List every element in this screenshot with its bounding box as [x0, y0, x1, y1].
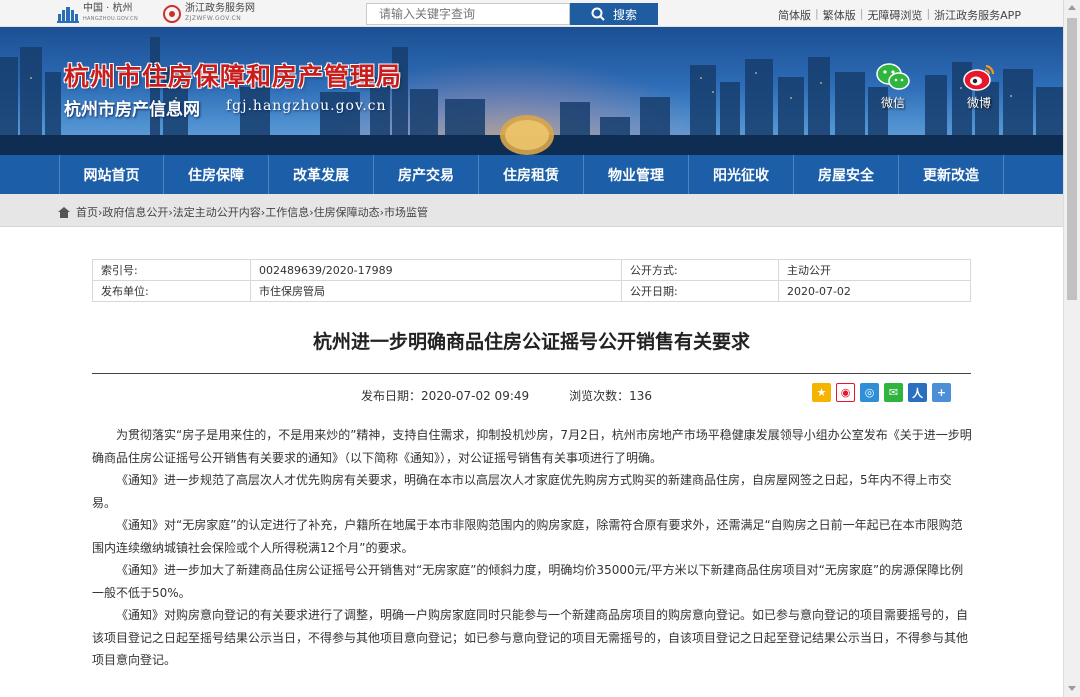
header-banner: 杭州市住房保障和房产管理局 杭州市房产信息网 fgj.hangzhou.gov.… — [0, 27, 1063, 155]
zjzwfw-emblem-icon — [163, 5, 181, 23]
index-label: 索引号: — [92, 259, 251, 281]
nav-rental[interactable]: 住房租赁 — [479, 155, 584, 194]
publish-time: 发布日期：2020-07-02 09:49 — [361, 389, 530, 403]
publisher-value: 市住保房管局 — [250, 280, 622, 302]
link-accessibility[interactable]: 无障碍浏览 — [863, 7, 926, 23]
view-count: 浏览次数：136 — [569, 389, 653, 403]
site-title[interactable]: 杭州市住房保障和房产管理局 — [64, 57, 402, 93]
link-traditional[interactable]: 繁体版 — [819, 7, 860, 23]
search-label: 搜索 — [612, 7, 637, 22]
publish-info: 发布日期：2020-07-02 09:49 浏览次数：136 — [361, 387, 652, 404]
date-value: 2020-07-02 — [778, 280, 971, 302]
top-bar: 中国 · 杭州 HANGZHOU.GOV.CN 浙江政务服务网 ZJZWFW.GOV… — [0, 0, 1063, 27]
hangzhou-emblem-icon — [57, 7, 79, 23]
zjzwfw-logo[interactable]: 浙江政务服务网 ZJZWFW.GOV.CN — [163, 4, 255, 24]
nav-renewal[interactable]: 更新改造 — [899, 155, 1004, 194]
site-subtitle: 杭州市房产信息网 — [64, 100, 200, 120]
home-icon — [58, 206, 70, 218]
scroll-thumb[interactable] — [1067, 18, 1077, 300]
disclosure-value: 主动公开 — [778, 259, 971, 281]
logo2-sub: ZJZWFW.GOV.CN — [185, 15, 242, 22]
link-simplified[interactable]: 简体版 — [774, 7, 815, 23]
article-title: 杭州进一步明确商品住房公证摇号公开销售有关要求 — [312, 331, 750, 353]
share-bar: ★ ◉ ◎ ✉ 人 + — [812, 383, 951, 402]
hangzhou-gov-logo[interactable]: 中国 · 杭州 HANGZHOU.GOV.CN — [57, 4, 138, 24]
wechat-icon — [876, 63, 910, 90]
wechat-link[interactable]: 微信 — [876, 62, 910, 111]
weibo-icon — [963, 64, 995, 91]
nav-housing-security[interactable]: 住房保障 — [164, 155, 269, 194]
scroll-up-arrow-icon[interactable] — [1068, 5, 1076, 10]
tencent-weibo-icon[interactable]: ◎ — [860, 383, 879, 402]
nav-home[interactable]: 网站首页 — [59, 155, 164, 194]
weibo-label: 微博 — [966, 96, 991, 110]
vertical-scrollbar[interactable] — [1063, 0, 1080, 697]
nav-property-trade[interactable]: 房产交易 — [374, 155, 479, 194]
date-label: 公开日期: — [621, 280, 779, 302]
search-input[interactable] — [366, 3, 570, 25]
breadcrumb-path[interactable]: 首页›政府信息公开›法定主动公开内容›工作信息›住房保障动态›市场监管 — [76, 204, 428, 220]
wechat-share-icon[interactable]: ✉ — [884, 383, 903, 402]
qzone-icon[interactable]: ★ — [812, 383, 831, 402]
nav-property-management[interactable]: 物业管理 — [584, 155, 689, 194]
paragraph: 《通知》对“无房家庭”的认定进行了补充，户籍所在地属于本市非限购范围内的购房家庭… — [92, 518, 963, 555]
metadata-table: 索引号: 002489639/2020-17989 公开方式: 主动公开 发布单… — [92, 259, 971, 302]
search-button[interactable]: 搜索 — [570, 3, 658, 25]
main-nav: 网站首页 住房保障 改革发展 房产交易 住房租赁 物业管理 阳光征收 房屋安全 … — [0, 155, 1063, 194]
paragraph: 为贯彻落实“房子是用来住的，不是用来炒的”精神，支持自住需求，抑制投机炒房，7月… — [92, 428, 972, 465]
paragraph: 《通知》进一步加大了新建商品住房公证摇号公开销售对“无房家庭”的倾斜力度，明确均… — [92, 563, 964, 600]
publisher-label: 发布单位: — [92, 280, 251, 302]
logo1-text: 中国 · 杭州 — [83, 3, 133, 14]
top-links: 简体版 | 繁体版 | 无障碍浏览 | 浙江政务服务APP — [774, 7, 1025, 23]
site-domain: fgj.hangzhou.gov.cn — [226, 98, 387, 114]
nav-building-safety[interactable]: 房屋安全 — [794, 155, 899, 194]
wechat-label: 微信 — [880, 96, 905, 110]
nav-reform[interactable]: 改革发展 — [269, 155, 374, 194]
weibo-share-icon[interactable]: ◉ — [836, 383, 855, 402]
weibo-link[interactable]: 微博 — [962, 62, 996, 111]
link-zhejiang-app[interactable]: 浙江政务服务APP — [930, 7, 1025, 23]
logo1-sub: HANGZHOU.GOV.CN — [83, 16, 138, 22]
disclosure-label: 公开方式: — [621, 259, 779, 281]
logo2-text: 浙江政务服务网 — [185, 3, 255, 14]
article-content: 索引号: 002489639/2020-17989 公开方式: 主动公开 发布单… — [0, 227, 1063, 697]
renren-icon[interactable]: 人 — [908, 383, 927, 402]
article-body: 为贯彻落实“房子是用来住的，不是用来炒的”精神，支持自住需求，抑制投机炒房，7月… — [92, 424, 974, 672]
breadcrumb: 首页›政府信息公开›法定主动公开内容›工作信息›住房保障动态›市场监管 — [0, 194, 1063, 227]
paragraph: 《通知》进一步规范了高层次人才优先购房有关要求，明确在本市以高层次人才家庭优先购… — [92, 473, 952, 510]
more-share-icon[interactable]: + — [932, 383, 951, 402]
paragraph: 《通知》对购房意向登记的有关要求进行了调整，明确一户购房家庭同时只能参与一个新建… — [92, 608, 969, 667]
title-divider — [92, 373, 971, 374]
scroll-down-arrow-icon[interactable] — [1068, 686, 1076, 691]
search-icon — [591, 7, 605, 21]
index-value: 002489639/2020-17989 — [250, 259, 622, 281]
nav-expropriation[interactable]: 阳光征收 — [689, 155, 794, 194]
